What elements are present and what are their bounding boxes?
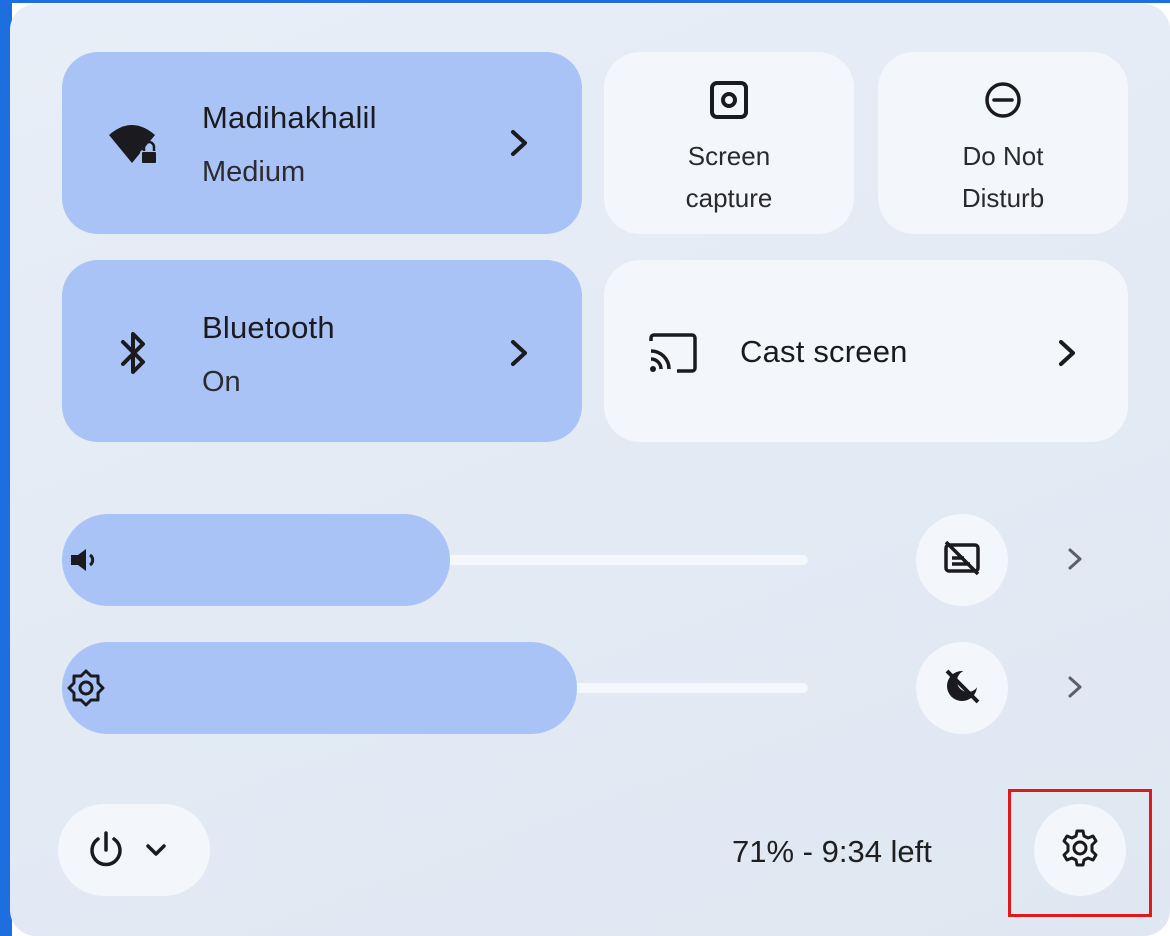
bluetooth-status: On (202, 366, 241, 398)
wifi-network-name: Madihakhalil (202, 100, 377, 135)
brightness-details-chevron-icon[interactable] (1066, 674, 1084, 705)
chevron-right-icon[interactable] (508, 128, 530, 163)
volume-details-chevron-icon[interactable] (1066, 546, 1084, 577)
speaker-icon[interactable] (66, 544, 104, 576)
power-icon (86, 830, 126, 870)
screen-capture-label-line1: Screen (687, 141, 771, 171)
brightness-icon[interactable] (66, 668, 106, 708)
do-not-disturb-icon (981, 78, 1025, 122)
screen-capture-icon (707, 78, 751, 122)
battery-status: 71% - 9:34 left (732, 834, 932, 869)
bluetooth-title: Bluetooth (202, 310, 335, 345)
screen-capture-label-line2: capture (685, 183, 773, 213)
bluetooth-icon (114, 328, 154, 378)
cast-screen-tile[interactable]: Cast screen (604, 260, 1128, 442)
live-caption-off-icon (942, 538, 982, 583)
cast-screen-label: Cast screen (740, 334, 908, 369)
chevron-right-icon[interactable] (1056, 338, 1078, 373)
volume-slider-fill[interactable] (62, 514, 450, 606)
night-light-button[interactable] (916, 642, 1008, 734)
do-not-disturb-label-line1: Do Not (962, 141, 1044, 171)
quick-settings-panel: Madihakhalil Medium Screen capture Do No… (10, 4, 1170, 936)
do-not-disturb-label-line2: Disturb (961, 183, 1045, 213)
chevron-down-icon (144, 840, 168, 860)
bluetooth-tile[interactable]: Bluetooth On (62, 260, 582, 442)
window-edge-top (0, 0, 1170, 3)
brightness-slider-fill[interactable] (62, 642, 577, 734)
wifi-tile[interactable]: Madihakhalil Medium (62, 52, 582, 234)
wifi-lock-icon (106, 120, 162, 170)
night-light-off-icon (942, 666, 982, 711)
highlight-box (1008, 789, 1152, 917)
cast-icon (646, 330, 700, 376)
wifi-signal-status: Medium (202, 156, 306, 188)
brightness-slider[interactable] (62, 642, 812, 734)
chevron-right-icon[interactable] (508, 338, 530, 373)
power-menu-button[interactable] (58, 804, 210, 896)
do-not-disturb-tile[interactable]: Do Not Disturb (878, 52, 1128, 234)
volume-slider[interactable] (62, 514, 812, 606)
screen-capture-tile[interactable]: Screen capture (604, 52, 854, 234)
live-caption-button[interactable] (916, 514, 1008, 606)
